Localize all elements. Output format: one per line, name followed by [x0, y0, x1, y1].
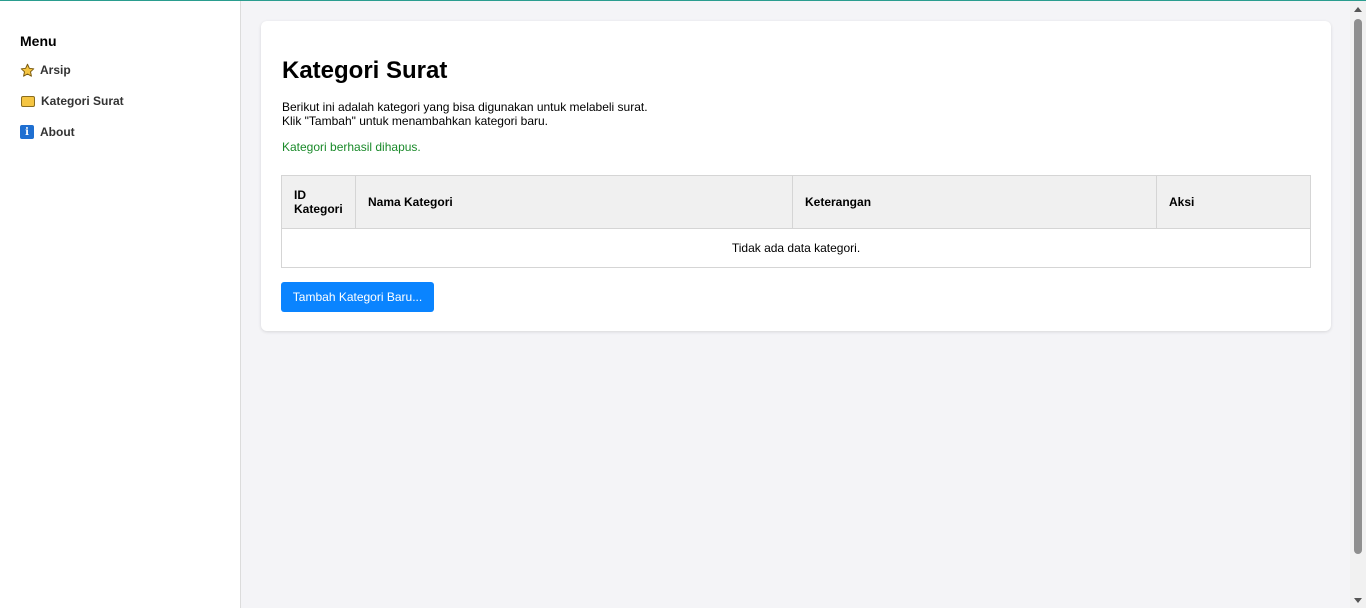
folder-icon: [21, 95, 35, 107]
add-category-button[interactable]: Tambah Kategori Baru...: [281, 282, 434, 312]
scroll-up-arrow-icon[interactable]: [1354, 7, 1362, 12]
category-table: ID Kategori Nama Kategori Keterangan Aks…: [281, 175, 1311, 268]
info-icon: i: [20, 125, 34, 139]
column-header-nama-kategori: Nama Kategori: [355, 175, 793, 229]
vertical-scrollbar[interactable]: [1350, 1, 1366, 608]
description-line: Berikut ini adalah kategori yang bisa di…: [282, 100, 648, 114]
sidebar: Menu Arsip Kategori Surat i About: [0, 1, 241, 608]
sidebar-item-label: Arsip: [40, 63, 71, 77]
column-header-keterangan: Keterangan: [792, 175, 1157, 229]
sidebar-item-label: Kategori Surat: [41, 94, 124, 108]
star-icon: [20, 63, 35, 78]
page-title: Kategori Surat: [282, 57, 448, 84]
scrollbar-thumb[interactable]: [1354, 19, 1362, 554]
table-header-row: ID Kategori Nama Kategori Keterangan Aks…: [281, 175, 1311, 229]
scroll-down-arrow-icon[interactable]: [1354, 598, 1362, 603]
status-message: Kategori berhasil dihapus.: [282, 140, 421, 154]
sidebar-item-kategori-surat[interactable]: Kategori Surat: [20, 91, 124, 111]
sidebar-item-arsip[interactable]: Arsip: [20, 60, 71, 80]
description-line: Klik "Tambah" untuk menambahkan kategori…: [282, 114, 548, 128]
table-row: Tidak ada data kategori.: [281, 228, 1311, 268]
sidebar-item-label: About: [40, 125, 75, 139]
column-header-id: ID Kategori: [281, 175, 356, 229]
content-card: Kategori Surat Berikut ini adalah katego…: [261, 21, 1331, 331]
main-content: Kategori Surat Berikut ini adalah katego…: [241, 1, 1350, 608]
sidebar-title: Menu: [20, 33, 57, 49]
column-header-aksi: Aksi: [1156, 175, 1311, 229]
page-description: Berikut ini adalah kategori yang bisa di…: [282, 100, 648, 128]
empty-table-message: Tidak ada data kategori.: [281, 228, 1311, 268]
sidebar-item-about[interactable]: i About: [20, 122, 75, 142]
